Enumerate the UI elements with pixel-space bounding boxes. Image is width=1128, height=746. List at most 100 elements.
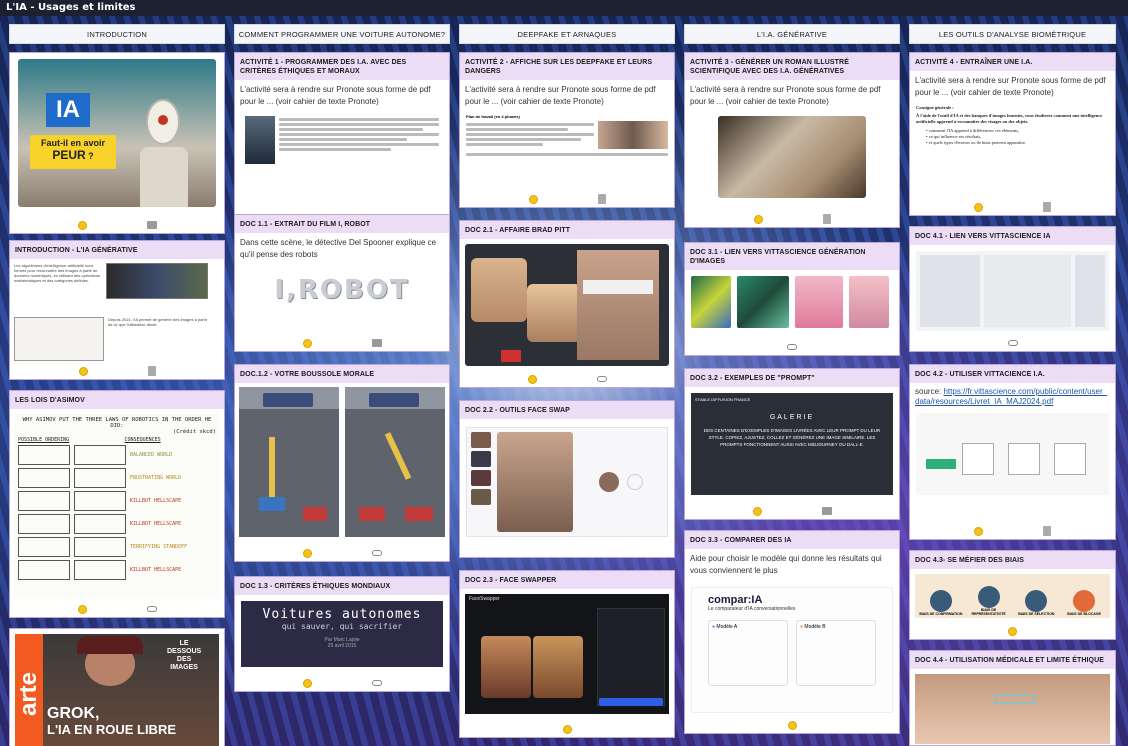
window-title: L'IA - Usages et limites	[0, 0, 1128, 16]
reaction-icon[interactable]	[302, 678, 312, 688]
video-thumbnail: arte LE DESSOUS DES IMAGES GROK, L'IA EN RO…	[15, 634, 219, 746]
illustration-image	[106, 263, 208, 299]
card-title: INTRODUCTION - L'IA GÉNÉRATIVE	[10, 241, 224, 259]
reaction-icon[interactable]	[302, 548, 312, 558]
reaction-icon[interactable]	[1008, 626, 1017, 636]
reaction-icon[interactable]	[787, 720, 797, 730]
reaction-icon[interactable]	[528, 194, 538, 204]
reaction-icon[interactable]	[77, 604, 87, 614]
reaction-icon[interactable]	[302, 338, 312, 348]
card-footer	[10, 601, 224, 617]
poster-image: IA Faut-il en avoir PEUR ?	[18, 59, 216, 207]
post-card[interactable]: DOC 3.2 - EXEMPLES DE "PROMPT" STABLE DI…	[684, 368, 900, 520]
post-card[interactable]: DOC 2.2 - OUTILS FACE SWAP	[459, 400, 675, 558]
series-tag: LE DESSOUS DES IMAGES	[167, 640, 202, 671]
movie-poster	[245, 116, 275, 164]
card-title: ACTIVITÉ 4 - ENTRAÎNER UNE I.A.	[910, 53, 1115, 71]
face-scan-image	[915, 674, 1110, 744]
reaction-icon[interactable]	[753, 214, 763, 224]
card-footer	[10, 363, 224, 379]
post-card[interactable]: DOC 2.1 - AFFAIRE BRAD PITT	[459, 220, 675, 388]
post-card[interactable]: DOC 3.1 - LIEN VERS VITTASCIENCE GÉNÉRAT…	[684, 242, 900, 356]
reaction-icon[interactable]	[974, 202, 983, 212]
post-card[interactable]: DOC 1.3 - CRITÈRES ÉTHIQUES MONDIAUX Voi…	[234, 576, 450, 692]
road-scenario-right	[345, 387, 445, 537]
reaction-icon[interactable]	[78, 366, 88, 376]
app-screenshot	[466, 427, 668, 537]
document-preview: Consigne générale : À l'aide de l'outil …	[916, 105, 1103, 145]
column-ia-generative: L'I.A. GÉNÉRATIVE ACTIVITÉ 3 - GÉNÉRER U…	[684, 24, 900, 734]
post-card[interactable]: LES LOIS D'ASIMOV WHY ASIMOV PUT THE THR…	[9, 390, 225, 618]
card-title: DOC 1.3 - CRITÈRES ÉTHIQUES MONDIAUX	[235, 577, 449, 595]
card-title: DOC 3.3 - COMPARER DES IA	[685, 531, 899, 549]
card-footer	[10, 217, 224, 233]
card-title: DOC.1.2 - VOTRE BOUSSOLE MORALE	[235, 365, 449, 383]
reaction-icon[interactable]	[77, 220, 87, 230]
document-icon	[1043, 526, 1051, 536]
card-title: DOC 4.3- SE MÉFIER DES BIAIS	[910, 551, 1115, 569]
column-header[interactable]: COMMENT PROGRAMMER UNE VOITURE AUTONOME?	[234, 24, 450, 44]
post-card[interactable]: INTRODUCTION - L'IA GÉNÉRATIVE Les algor…	[9, 240, 225, 380]
reaction-icon[interactable]	[752, 506, 762, 516]
source-link[interactable]: https://fr.vittascience.com/public/conte…	[915, 387, 1107, 406]
post-card[interactable]: ACTIVITÉ 2 - AFFICHE SUR LES DEEPFAKE ET…	[459, 52, 675, 208]
card-title: DOC 2.2 - OUTILS FACE SWAP	[460, 401, 674, 419]
post-card[interactable]: DOC 4.1 - LIEN VERS VITTASCIENCE IA	[909, 226, 1116, 352]
diagram-image	[14, 317, 104, 361]
reaction-icon[interactable]	[562, 724, 572, 734]
column-deepfake: DEEPFAKE ET ARNAQUES ACTIVITÉ 2 - AFFICH…	[459, 24, 675, 738]
column-header[interactable]: LES OUTILS D'ANALYSE BIOMÉTRIQUE	[909, 24, 1116, 44]
post-card[interactable]: DOC 4.4 - UTILISATION MÉDICALE ET LIMITE…	[909, 650, 1116, 746]
video-icon	[146, 221, 157, 229]
post-card[interactable]: DOC 1.1 - EXTRAIT DU FILM I, ROBOT Dans …	[234, 214, 450, 352]
card-footer	[685, 339, 899, 355]
card-footer	[685, 717, 899, 733]
document-icon	[822, 214, 831, 224]
card-text: source: https://fr.vittascience.com/publ…	[915, 387, 1108, 406]
card-text: L'activité sera à rendre sur Pronote sou…	[915, 76, 1106, 97]
post-card[interactable]: ACTIVITÉ 1 - PROGRAMMER DES I.A. AVEC DE…	[234, 52, 450, 228]
column-header[interactable]: L'I.A. GÉNÉRATIVE	[684, 24, 900, 44]
document-preview: Plan de travail (en 4 phases)	[466, 114, 668, 156]
column-biometrie: LES OUTILS D'ANALYSE BIOMÉTRIQUE ACTIVIT…	[909, 24, 1116, 746]
app-screenshot: FaceSwapper	[465, 594, 669, 714]
post-card[interactable]: ACTIVITÉ 3 - GÉNÉRER UN ROMAN ILLUSTRÉ S…	[684, 52, 900, 228]
card-title: DOC 4.4 - UTILISATION MÉDICALE ET LIMITE…	[910, 651, 1115, 669]
card-title: DOC 1.1 - EXTRAIT DU FILM I, ROBOT	[235, 215, 449, 233]
post-card[interactable]: DOC 4.2 - UTILISER VITTACIENCE I.A. sour…	[909, 364, 1116, 540]
card-text: L'activité sera à rendre sur Pronote sou…	[240, 85, 431, 106]
web-icon	[821, 507, 832, 515]
card-title: ACTIVITÉ 3 - GÉNÉRER UN ROMAN ILLUSTRÉ S…	[685, 53, 899, 80]
post-card[interactable]: IA Faut-il en avoir PEUR ?	[9, 52, 225, 234]
document-preview	[245, 116, 439, 164]
robot-body	[140, 147, 188, 207]
column-header[interactable]: DEEPFAKE ET ARNAQUES	[459, 24, 675, 44]
card-title: DOC 4.1 - LIEN VERS VITTASCIENCE IA	[910, 227, 1115, 245]
card-footer	[910, 335, 1115, 351]
post-card[interactable]: ACTIVITÉ 4 - ENTRAÎNER UNE I.A. L'activi…	[909, 52, 1116, 216]
image-gallery	[685, 270, 899, 334]
video-thumbnail	[465, 244, 669, 366]
comic-image: WHY ASIMOV PUT THE THREE LAWS OF ROBOTIC…	[14, 413, 220, 599]
post-card[interactable]: DOC 4.3- SE MÉFIER DES BIAIS BIAIS DE CO…	[909, 550, 1116, 640]
column-header[interactable]: INTRODUCTION	[9, 24, 225, 44]
card-title: DOC 4.2 - UTILISER VITTACIENCE I.A.	[910, 365, 1115, 383]
post-card[interactable]: DOC 3.3 - COMPARER DES IA Aide pour choi…	[684, 530, 900, 734]
card-footer	[460, 721, 674, 737]
card-footer	[235, 335, 449, 351]
card-footer	[235, 675, 449, 691]
reaction-icon[interactable]	[974, 526, 983, 536]
card-title: DOC 3.2 - EXEMPLES DE "PROMPT"	[685, 369, 899, 387]
website-preview: STABLE DIFFUSION FRANCE GALERIE DES CENT…	[691, 393, 893, 495]
post-card[interactable]: arte LE DESSOUS DES IMAGES GROK, L'IA EN RO…	[9, 628, 225, 746]
link-icon	[371, 550, 382, 556]
bias-infographic: BIAIS DE CONFIRMATION BIAIS DE REPRÉSENT…	[915, 574, 1110, 618]
portrait-hat	[77, 636, 143, 654]
link-icon	[146, 606, 157, 612]
post-card[interactable]: DOC.1.2 - VOTRE BOUSSOLE MORALE	[234, 364, 450, 562]
card-footer	[910, 623, 1115, 639]
document-icon	[597, 194, 606, 204]
post-card[interactable]: DOC 2.3 - FACE SWAPPER FaceSwapper	[459, 570, 675, 738]
card-text: Dans cette scène, le détective Del Spoon…	[240, 238, 437, 259]
reaction-icon[interactable]	[527, 374, 537, 384]
